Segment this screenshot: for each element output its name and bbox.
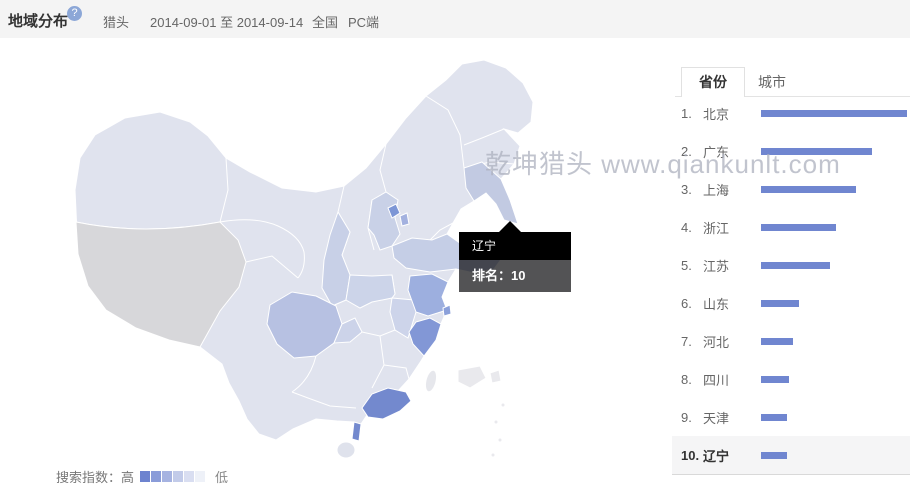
ranking-province-name: 山东 <box>703 294 761 313</box>
province-ranking-list: 1.北京2.广东3.上海4.浙江5.江苏6.山东7.河北8.四川9.天津10.辽… <box>672 94 910 475</box>
ranking-row[interactable]: 9.天津 <box>672 398 910 436</box>
islands-northeast-sea <box>458 366 486 388</box>
legend-low-label: 低 <box>215 467 228 485</box>
province-liaoning[interactable] <box>464 162 518 224</box>
platform-label: PC端 <box>348 12 379 31</box>
island-dot <box>498 438 502 442</box>
legend-swatches <box>140 471 206 482</box>
ranking-row[interactable]: 7.河北 <box>672 322 910 360</box>
tooltip-rank: 排名：10 <box>459 260 571 292</box>
ranking-rank: 3. <box>681 182 703 197</box>
ranking-rank: 2. <box>681 144 703 159</box>
province-hainan[interactable] <box>337 442 355 458</box>
ranking-bar <box>761 414 787 421</box>
ranking-province-name: 上海 <box>703 180 761 199</box>
ranking-row[interactable]: 5.江苏 <box>672 246 910 284</box>
ranking-rank: 1. <box>681 106 703 121</box>
map-tooltip: 辽宁 排名：10 <box>459 232 571 292</box>
ranking-bar <box>761 452 787 459</box>
help-icon[interactable]: ? <box>67 6 82 21</box>
legend-swatch <box>151 471 161 482</box>
region-distribution-page: 地域分布 ? 猎头 2014-09-01 至 2014-09-14 全国 PC端 <box>0 0 910 485</box>
tooltip-caret-icon <box>499 221 521 232</box>
ranking-province-name: 天津 <box>703 408 761 427</box>
ranking-rank: 10. <box>681 448 703 463</box>
island-dot <box>491 453 495 457</box>
ranking-rank: 6. <box>681 296 703 311</box>
ranking-row[interactable]: 2.广东 <box>672 132 910 170</box>
province-guangdong-leizhou[interactable] <box>352 422 361 441</box>
islands-small <box>490 370 501 383</box>
page-title: 地域分布 <box>8 10 68 31</box>
ranking-panel: 省份 城市 1.北京2.广东3.上海4.浙江5.江苏6.山东7.河北8.四川9.… <box>672 0 910 485</box>
island-dot <box>494 420 498 424</box>
ranking-province-name: 广东 <box>703 142 761 161</box>
ranking-province-name: 北京 <box>703 104 761 123</box>
china-map[interactable] <box>50 50 670 470</box>
ranking-row[interactable]: 4.浙江 <box>672 208 910 246</box>
tooltip-province: 辽宁 <box>459 232 571 260</box>
ranking-province-name: 四川 <box>703 370 761 389</box>
tab-city[interactable]: 城市 <box>758 67 786 97</box>
search-index-legend: 搜索指数：高 低 <box>56 467 228 485</box>
ranking-province-name: 浙江 <box>703 218 761 237</box>
ranking-province-name: 辽宁 <box>703 446 761 465</box>
ranking-rank: 7. <box>681 334 703 349</box>
ranking-row[interactable]: 3.上海 <box>672 170 910 208</box>
ranking-bar <box>761 148 872 155</box>
ranking-row[interactable]: 10.辽宁 <box>672 436 910 474</box>
tab-province[interactable]: 省份 <box>681 67 745 97</box>
ranking-bar <box>761 186 856 193</box>
province-taiwan[interactable] <box>423 369 438 393</box>
ranking-province-name: 江苏 <box>703 256 761 275</box>
keyword-label: 猎头 <box>103 12 129 31</box>
ranking-rank: 4. <box>681 220 703 235</box>
ranking-row[interactable]: 1.北京 <box>672 94 910 132</box>
ranking-rank: 8. <box>681 372 703 387</box>
legend-label: 搜索指数：高 <box>56 467 134 485</box>
ranking-province-name: 河北 <box>703 332 761 351</box>
ranking-row[interactable]: 8.四川 <box>672 360 910 398</box>
legend-swatch <box>173 471 183 482</box>
legend-swatch <box>162 471 172 482</box>
ranking-bar <box>761 262 830 269</box>
island-dot <box>501 403 505 407</box>
legend-swatch <box>195 471 205 482</box>
province-tianjin[interactable] <box>400 213 409 226</box>
ranking-bar <box>761 110 907 117</box>
ranking-rank: 5. <box>681 258 703 273</box>
legend-swatch <box>140 471 150 482</box>
ranking-bar <box>761 224 836 231</box>
region-label: 全国 <box>312 12 338 31</box>
ranking-bar <box>761 300 799 307</box>
ranking-bar <box>761 376 789 383</box>
ranking-row[interactable]: 6.山东 <box>672 284 910 322</box>
legend-swatch <box>184 471 194 482</box>
ranking-bar <box>761 338 793 345</box>
ranking-rank: 9. <box>681 410 703 425</box>
date-range-label: 2014-09-01 至 2014-09-14 <box>150 12 303 31</box>
